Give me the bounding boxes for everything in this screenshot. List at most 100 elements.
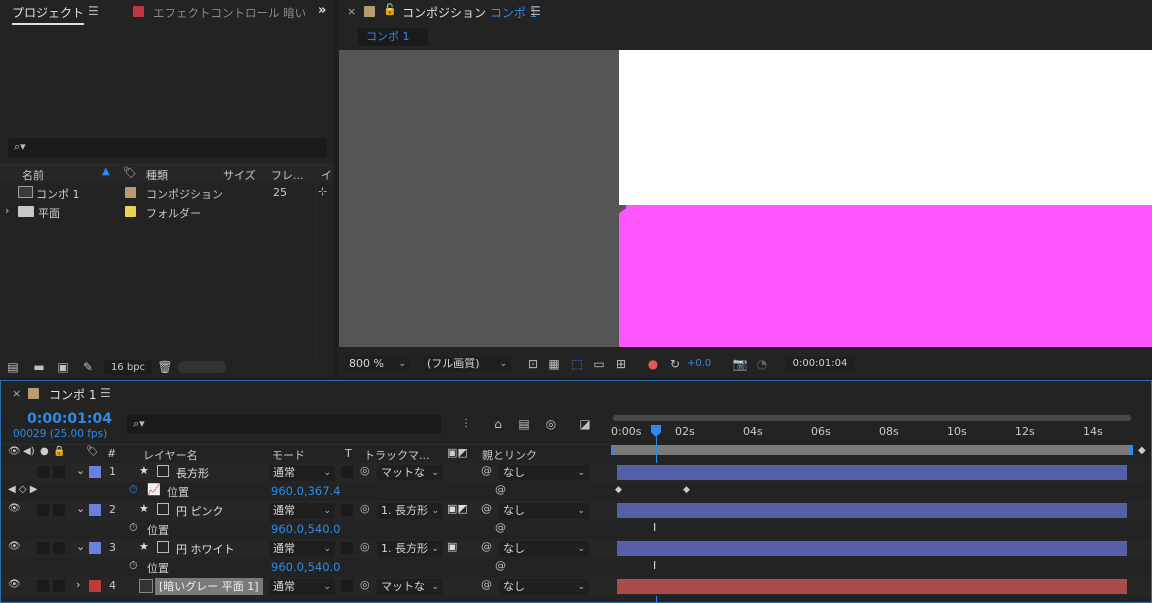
motion-blur-icon[interactable]: ◎ (542, 417, 560, 431)
comp-menu-icon[interactable]: ☰ (530, 4, 541, 18)
matte-link-icon[interactable]: ◎ (360, 502, 370, 515)
project-item-folder[interactable]: › 平面 フォルダー (0, 202, 334, 221)
track-matte-dropdown[interactable]: マットな ⌄ (377, 579, 443, 595)
new-composition-icon[interactable]: ▣ (54, 360, 72, 374)
solo-box[interactable] (37, 542, 49, 554)
timeline-tab[interactable]: コンポ 1 (49, 386, 96, 403)
layer-label-color[interactable] (89, 580, 101, 592)
track-matte-dropdown[interactable]: 1. 長方形 ⌄ (377, 503, 443, 519)
preserve-transparency-box[interactable] (341, 466, 353, 478)
property-value[interactable]: 960.0,367.4 (271, 484, 341, 498)
timeline-search-input[interactable]: ⌕▾ (127, 415, 441, 434)
header-mode[interactable]: モード (272, 447, 305, 463)
show-snapshot-icon[interactable]: ◔ (754, 357, 770, 371)
matte-type-icon[interactable]: ▣ (447, 540, 457, 553)
reset-exposure-icon[interactable]: ↻ (667, 357, 683, 371)
project-item-comp[interactable]: コンポ 1 コンポジション 25 ⊹ (0, 183, 334, 202)
comp-viewer[interactable] (339, 50, 1152, 347)
trash-icon[interactable]: 🗑 (156, 360, 174, 374)
matte-type-icon[interactable]: ▣◩ (447, 502, 468, 515)
mode-dropdown[interactable]: 通常 ⌄ (269, 503, 335, 519)
track-matte-dropdown[interactable]: 1. 長方形 ⌄ (377, 541, 443, 557)
layer-name[interactable]: 長方形 (176, 465, 209, 481)
timeline-end-marker[interactable]: ◆ (1138, 445, 1146, 456)
mask-visibility-icon[interactable]: ⬚ (569, 357, 585, 371)
keyframe-nav-icon[interactable]: ◀ ◇ ▶ (8, 484, 37, 495)
parent-dropdown[interactable]: なし ⌄ (499, 465, 589, 481)
project-search-input[interactable]: ⌕▾ (8, 138, 327, 157)
bpc-button[interactable]: 16 bpc (104, 360, 152, 375)
layer-row[interactable]: 👁 ⌄ 2 ★ 円 ピンク 通常 ⌄ ◎ 1. 長方形 ⌄ ▣◩ @ なし ⌄ (1, 501, 1151, 520)
property-row[interactable]: ◀ ◇ ▶ ⏱ 📈 位置 960.0,367.4 @ ◆ ◆ (1, 482, 1151, 501)
column-frame-rate[interactable]: フレ... (271, 167, 304, 183)
header-track-matte[interactable]: トラックマ... (364, 447, 430, 463)
project-scrollbar[interactable] (178, 361, 226, 373)
expand-panels-icon[interactable]: » (318, 3, 326, 18)
track-matte-dropdown[interactable]: マットな ⌄ (377, 465, 443, 481)
column-size[interactable]: サイズ (223, 167, 256, 183)
preserve-transparency-box[interactable] (341, 580, 353, 592)
render-queue-icon[interactable]: ✎ (79, 360, 97, 374)
layer-row[interactable]: 👁 › 4 [暗いグレー 平面 1] 通常 ⌄ ◎ マットな ⌄ @ なし ⌄ (1, 577, 1151, 596)
pickwhip-icon[interactable]: @ (481, 502, 492, 515)
stopwatch-icon[interactable]: ⏱ (129, 483, 138, 497)
project-tab[interactable]: プロジェクト (12, 4, 85, 25)
mode-dropdown[interactable]: 通常 ⌄ (269, 579, 335, 595)
layer-duration-bar[interactable] (617, 579, 1127, 594)
mode-dropdown[interactable]: 通常 ⌄ (269, 465, 335, 481)
interpret-footage-icon[interactable]: ▤ (4, 360, 22, 374)
current-time[interactable]: 0:00:01:04 (27, 411, 112, 427)
pickwhip-icon[interactable]: @ (481, 464, 492, 477)
chevron-down-icon[interactable]: ⌄ (76, 464, 85, 477)
lock-box[interactable] (53, 542, 65, 554)
layer-row[interactable]: 👁 ⌄ 3 ★ 円 ホワイト 通常 ⌄ ◎ 1. 長方形 ⌄ ▣ @ なし ⌄ (1, 539, 1151, 558)
property-value[interactable]: 960.0,540.0 (271, 560, 341, 574)
close-icon[interactable]: × (12, 387, 21, 400)
keyframe-diamond[interactable]: ◆ (615, 485, 622, 495)
property-value[interactable]: 960.0,540.0 (271, 522, 341, 536)
transparency-grid-icon[interactable]: ▦ (546, 357, 562, 371)
camera-snapshot-icon[interactable]: 📷 (732, 357, 748, 371)
lock-box[interactable] (53, 580, 65, 592)
matte-link-icon[interactable]: ◎ (360, 540, 370, 553)
lock-box[interactable] (53, 504, 65, 516)
property-row[interactable]: ⏱ 位置 960.0,540.0 @ I (1, 520, 1151, 539)
graph-icon[interactable]: 📈 (147, 483, 161, 496)
header-layer-name[interactable]: レイヤー名 (143, 447, 198, 463)
eye-icon[interactable]: 👁 (8, 541, 21, 552)
pickwhip-icon[interactable]: @ (481, 540, 492, 553)
keyframe-diamond[interactable]: ◆ (683, 485, 690, 495)
parent-dropdown[interactable]: なし ⌄ (499, 503, 589, 519)
comp-flowchart-icon[interactable]: ⫶ (457, 417, 475, 431)
eye-icon[interactable]: 👁 (8, 579, 21, 590)
column-more[interactable]: イ (321, 167, 332, 183)
stopwatch-icon[interactable]: ⏱ (129, 559, 138, 573)
layer-row[interactable]: ⌄ 1 ★ 長方形 通常 ⌄ ◎ マットな ⌄ @ なし ⌄ (1, 463, 1151, 482)
draft-3d-icon[interactable]: ⌂ (489, 417, 507, 431)
graph-editor-icon[interactable]: ◪ (576, 417, 594, 431)
hold-keyframe-icon[interactable]: I (653, 521, 656, 534)
work-area-bar[interactable] (613, 415, 1131, 421)
layer-label-color[interactable] (89, 466, 101, 478)
parent-dropdown[interactable]: なし ⌄ (499, 579, 589, 595)
effect-controls-tab[interactable]: エフェクトコントロール 暗い (153, 5, 306, 21)
parent-dropdown[interactable]: なし ⌄ (499, 541, 589, 557)
lock-box[interactable] (53, 466, 65, 478)
chevron-down-icon[interactable]: ⌄ (76, 540, 85, 553)
chevron-right-icon[interactable]: › (5, 204, 9, 217)
layer-name[interactable]: 円 ピンク (176, 503, 224, 519)
layer-label-color[interactable] (89, 542, 101, 554)
expression-pickwhip-icon[interactable]: @ (495, 521, 506, 534)
region-of-interest-icon[interactable]: ▭ (591, 357, 607, 371)
mode-dropdown[interactable]: 通常 ⌄ (269, 541, 335, 557)
time-ruler[interactable]: 0:00s 02s 04s 06s 08s 10s 12s 14s (611, 411, 1133, 463)
expression-pickwhip-icon[interactable]: @ (495, 559, 506, 572)
fast-preview-icon[interactable]: ⊡ (525, 357, 541, 371)
shy-layers-icon[interactable]: ▤ (515, 417, 533, 431)
layer-duration-bar[interactable] (617, 465, 1127, 480)
lock-icon[interactable]: 🔓 (383, 3, 397, 16)
comp-duration-bar[interactable] (611, 445, 1133, 455)
pickwhip-icon[interactable]: @ (481, 578, 492, 591)
matte-link-icon[interactable]: ◎ (360, 464, 370, 477)
layer-label-color[interactable] (89, 504, 101, 516)
